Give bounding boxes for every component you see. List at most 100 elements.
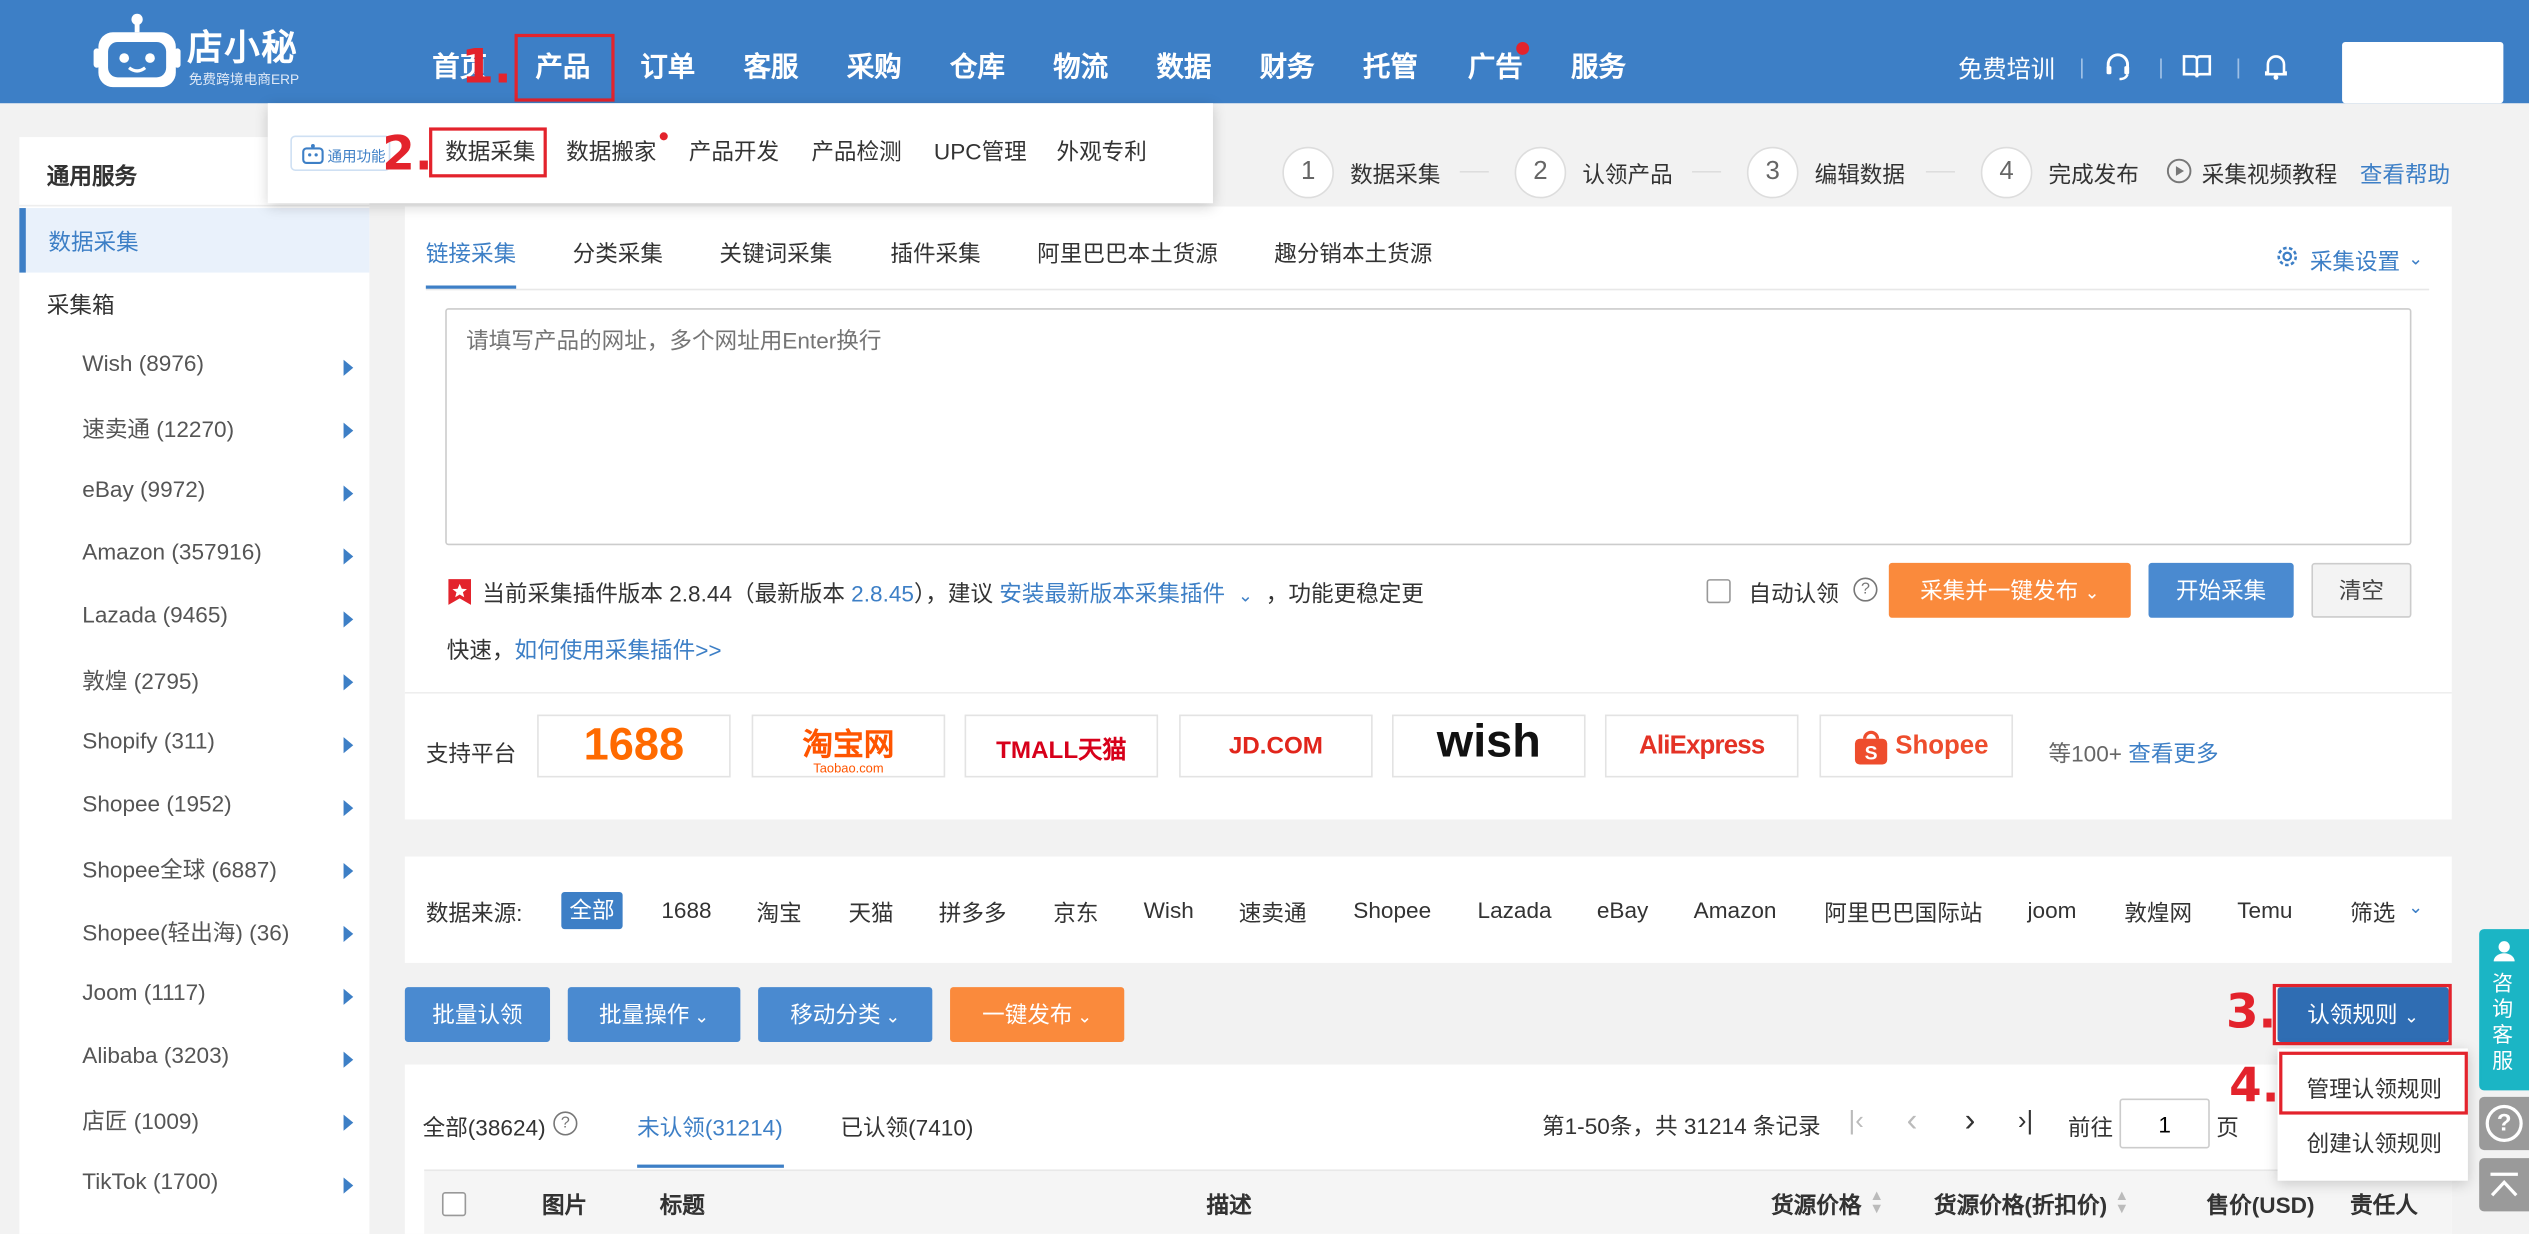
free-training-link[interactable]: 免费培训 [1958,52,2055,86]
nav-customer-service[interactable]: 客服 [744,35,799,100]
install-plugin-link[interactable]: 安装最新版本采集插件 [999,581,1225,607]
create-claim-rules-item[interactable]: 创建认领规则 [2307,1127,2442,1159]
sort-icon[interactable]: ▲ ▼ [1869,1188,1883,1215]
tab-category-collect[interactable]: 分类采集 [573,237,663,269]
nav-orders[interactable]: 订单 [640,35,695,100]
gear-icon[interactable] [2276,245,2299,272]
source-shopee[interactable]: Shopee [1353,897,1431,923]
menu-design-patent[interactable]: 外观专利 [1057,135,1147,167]
book-icon[interactable] [2182,52,2214,84]
move-category-button[interactable]: 移动分类 ⌄ [758,987,933,1042]
nav-ads[interactable]: 广告 [1468,35,1523,100]
sort-icon[interactable]: ▲ ▼ [2115,1188,2129,1215]
source-aliexpress[interactable]: 速卖通 [1239,897,1307,929]
sidebar-item-wish[interactable]: Wish (8976) [82,350,354,413]
nav-hosting[interactable]: 托管 [1363,35,1418,100]
list-tab-claimed[interactable]: 已认领(7410) [840,1111,973,1143]
help-question-icon[interactable]: ? [1853,577,1878,602]
source-all[interactable]: 全部 [561,891,623,930]
column-source-price[interactable]: 货源价格 [1771,1189,1861,1221]
sidebar-item-data-collection[interactable]: 数据采集 [19,208,370,273]
headset-icon[interactable] [2103,52,2135,84]
list-tab-unclaimed[interactable]: 未认领(31214) [637,1111,783,1143]
clear-button[interactable]: 清空 [2311,562,2412,618]
platform-logo-tmall[interactable]: TMALL天猫 [964,714,1159,778]
user-account-box[interactable] [2342,41,2504,104]
source-amazon[interactable]: Amazon [1694,897,1777,923]
help-question-icon[interactable]: ? [553,1111,578,1136]
nav-warehouse[interactable]: 仓库 [950,35,1005,100]
source-lazada[interactable]: Lazada [1478,897,1552,923]
help-link[interactable]: 查看帮助 [2360,158,2450,190]
nav-finance[interactable]: 财务 [1260,35,1315,100]
next-page-icon[interactable]: › [1965,1103,1976,1140]
platform-logo-wish[interactable]: wish [1392,714,1586,778]
last-page-icon[interactable]: ›| [2018,1108,2033,1137]
help-circle-button[interactable]: ? [2479,1096,2529,1151]
column-source-discount-price[interactable]: 货源价格(折扣价) [1934,1189,2107,1221]
sidebar-item-aliexpress[interactable]: 速卖通 (12270) [82,413,354,476]
filter-link[interactable]: 筛选 [2350,897,2395,929]
menu-data-migration[interactable]: 数据搬家 [566,135,656,167]
sidebar-item-shopee[interactable]: Shopee (1952) [82,790,354,853]
start-collect-button[interactable]: 开始采集 [2148,562,2294,618]
consult-service-button[interactable]: 咨询客服 [2479,929,2529,1091]
source-joom[interactable]: joom [2028,897,2077,923]
platform-logo-aliexpress[interactable]: AliExpress [1604,714,1799,778]
tab-alibaba-local[interactable]: 阿里巴巴本土货源 [1037,237,1218,269]
select-all-checkbox[interactable] [441,1192,467,1217]
sidebar-item-shoplazza[interactable]: 店匠 (1009) [82,1105,354,1168]
one-click-publish-button[interactable]: 一键发布 ⌄ [950,987,1125,1042]
nav-logistics[interactable]: 物流 [1053,35,1108,100]
video-tutorial-link[interactable]: 采集视频教程 [2202,158,2337,190]
sidebar-item-tiktok[interactable]: TikTok (1700) [82,1168,354,1231]
tab-plugin-collect[interactable]: 插件采集 [890,237,980,269]
source-pinduoduo[interactable]: 拼多多 [939,897,1007,929]
menu-product-development[interactable]: 产品开发 [689,135,779,167]
batch-operations-button[interactable]: 批量操作 ⌄ [567,987,741,1042]
source-alibaba-intl[interactable]: 阿里巴巴国际站 [1824,897,1982,929]
menu-upc-management[interactable]: UPC管理 [934,135,1027,167]
source-1688[interactable]: 1688 [661,897,711,923]
nav-services[interactable]: 服务 [1571,35,1626,100]
sidebar-item-dhgate[interactable]: 敦煌 (2795) [82,665,354,728]
page-number-input[interactable] [2119,1098,2210,1149]
tab-link-collect[interactable]: 链接采集 [426,237,516,269]
sidebar-item-shopee-global[interactable]: Shopee全球 (6887) [82,853,354,916]
collect-and-publish-button[interactable]: 采集并一键发布 ⌄ [1888,562,2131,618]
sidebar-item-alibaba[interactable]: Alibaba (3203) [82,1042,354,1105]
nav-data[interactable]: 数据 [1157,35,1212,100]
sidebar-item-joom[interactable]: Joom (1117) [82,979,354,1042]
source-temu[interactable]: Temu [2237,897,2292,923]
source-taobao[interactable]: 淘宝 [756,897,801,929]
source-jd[interactable]: 京东 [1053,897,1098,929]
view-more-link[interactable]: 查看更多 [2128,740,2218,766]
source-ebay[interactable]: eBay [1597,897,1648,923]
collect-settings-link[interactable]: 采集设置 [2310,245,2400,277]
platform-logo-shopee[interactable]: S Shopee [1819,714,2014,778]
source-dhgate[interactable]: 敦煌网 [2124,897,2192,929]
platform-logo-taobao[interactable]: 淘宝网 Taobao.com [751,714,946,778]
prev-page-icon[interactable]: ‹ [1907,1103,1918,1140]
url-input[interactable] [445,308,2412,546]
sidebar-item-ebay[interactable]: eBay (9972) [82,476,354,539]
batch-claim-button[interactable]: 批量认领 [404,987,551,1042]
auto-claim-checkbox[interactable] [1706,579,1731,604]
list-tab-all[interactable]: 全部(38624) [423,1111,546,1143]
first-page-icon[interactable]: |‹ [1848,1108,1863,1137]
tab-keyword-collect[interactable]: 关键词采集 [719,237,832,269]
sidebar-item-amazon[interactable]: Amazon (357916) [82,539,354,602]
source-wish[interactable]: Wish [1144,897,1194,923]
platform-logo-1688[interactable]: 1688 [537,714,731,778]
sidebar-item-shopee-lite[interactable]: Shopee(轻出海) (36) [82,916,354,979]
latest-version-link[interactable]: 2.8.45 [851,581,914,607]
source-tmall[interactable]: 天猫 [848,897,893,929]
platform-logo-jd[interactable]: JD.COM [1179,714,1373,778]
tab-qufenxiao-local[interactable]: 趣分销本土货源 [1274,237,1432,269]
how-to-use-plugin-link[interactable]: 如何使用采集插件>> [515,637,722,663]
nav-purchasing[interactable]: 采购 [847,35,902,100]
sidebar-item-lazada[interactable]: Lazada (9465) [82,602,354,665]
back-to-top-button[interactable] [2479,1158,2529,1212]
bell-icon[interactable] [2261,52,2293,84]
sidebar-item-shopify[interactable]: Shopify (311) [82,727,354,790]
